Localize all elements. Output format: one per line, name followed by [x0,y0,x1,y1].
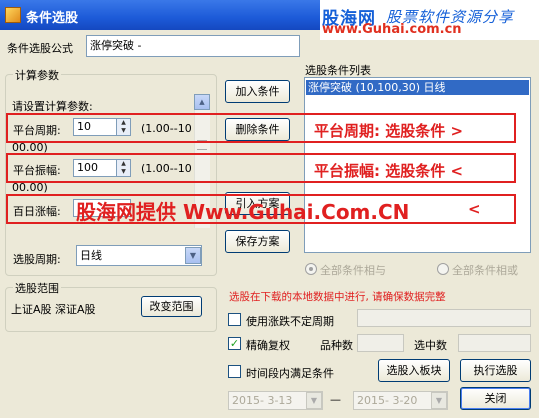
selected-count-label: 选中数 [414,339,447,352]
period-label: 选股周期: [13,253,61,266]
period-value: 日线 [80,249,102,262]
period-select[interactable]: 日线 [76,245,202,266]
close-button[interactable]: 关闭 [460,387,531,410]
formula-label: 条件选股公式 [7,42,73,55]
app-icon [5,7,21,23]
window-title: 条件选股 [26,11,79,26]
variety-count-label: 品种数 [320,339,353,352]
annotation-note-1: 平台周期: 选股条件 > [314,122,464,140]
all-and-label: 全部条件相与 [320,264,386,277]
calc-instruction: 请设置计算参数: [12,100,93,113]
conditions-label: 选股条件列表 [305,64,371,77]
date-separator: — [330,393,341,406]
variety-count-field [357,334,404,352]
condition-item[interactable]: 涨停突破 (10,100,30) 日线 [306,80,529,95]
start-date-value: 2015- 3-13 [232,394,293,407]
watermark-url: www.Guhai.com.cn [322,22,462,37]
radio-all-and[interactable] [305,263,317,275]
adj-period-checkbox[interactable] [228,313,241,326]
calc-params-label: 计算参数 [13,67,61,83]
time-range-label: 时间段内满足条件 [246,367,334,380]
formula-field[interactable]: 涨停突破 - [86,35,300,57]
adj-period-field[interactable] [357,309,531,327]
annotation-note-3: 股海网提供 Www.Guhai.Com.CN [76,200,410,224]
scope-label: 选股范围 [13,280,61,296]
data-notice: 选股在下载的本地数据中进行, 请确保数据完整 [229,291,446,303]
dropdown-arrow-icon[interactable]: ▼ [431,392,447,409]
add-condition-button[interactable]: 加入条件 [225,80,290,103]
dropdown-arrow-icon[interactable]: ▼ [185,247,201,264]
radio-all-or[interactable] [437,263,449,275]
scope-value: 上证A股 深证A股 [11,303,96,316]
selected-count-field [458,334,531,352]
formula-value: 涨停突破 - [90,39,142,52]
precise-adjust-label: 精确复权 [246,339,290,352]
checkmark-icon: ✓ [229,337,240,350]
to-block-button[interactable]: 选股入板块 [378,359,450,382]
annotation-note-2: 平台振幅: 选股条件 < [314,162,464,180]
dropdown-arrow-icon[interactable]: ▼ [306,392,322,409]
end-date-value: 2015- 3-20 [357,394,418,407]
adj-period-label: 使用涨跌不定周期 [246,315,334,328]
save-scheme-button[interactable]: 保存方案 [225,230,290,253]
run-selection-button[interactable]: 执行选股 [460,359,531,382]
annotation-note-3-tail: < [468,200,481,218]
time-range-checkbox[interactable] [228,365,241,378]
precise-adjust-checkbox[interactable]: ✓ [228,337,241,350]
all-or-label: 全部条件相或 [452,264,518,277]
change-scope-button[interactable]: 改变范围 [141,296,202,317]
scroll-up-icon[interactable]: ▲ [194,94,210,110]
